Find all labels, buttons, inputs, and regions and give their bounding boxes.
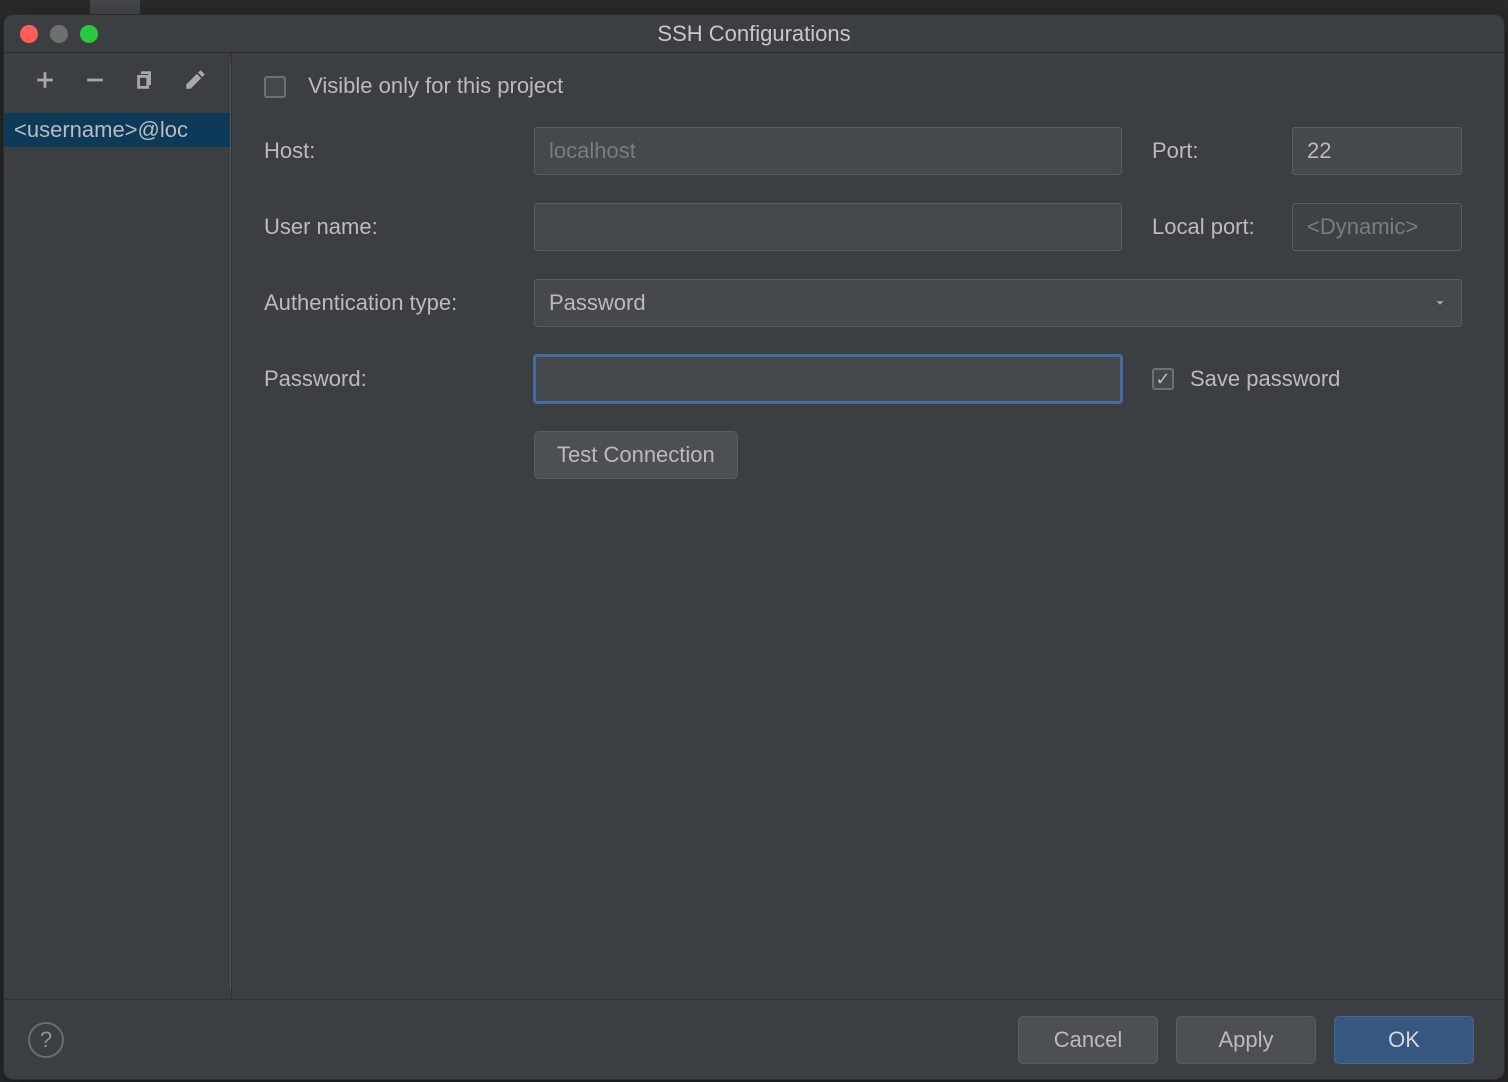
config-list-item-label: <username>@loc bbox=[14, 117, 188, 143]
close-window-button[interactable] bbox=[20, 25, 38, 43]
username-label: User name: bbox=[264, 214, 534, 240]
auth-type-label: Authentication type: bbox=[264, 290, 534, 316]
remove-config-button[interactable] bbox=[82, 70, 108, 96]
username-input[interactable] bbox=[534, 203, 1122, 251]
minus-icon bbox=[84, 69, 106, 97]
ok-button[interactable]: OK bbox=[1334, 1016, 1474, 1064]
save-password-checkbox[interactable] bbox=[1152, 368, 1174, 390]
visible-only-label: Visible only for this project bbox=[308, 73, 563, 98]
dialog-footer: ? Cancel Apply OK bbox=[4, 999, 1504, 1079]
auth-type-value: Password bbox=[549, 290, 646, 316]
port-input[interactable] bbox=[1292, 127, 1462, 175]
chevron-down-icon bbox=[1433, 290, 1447, 316]
titlebar: SSH Configurations bbox=[4, 15, 1504, 53]
local-port-display: <Dynamic> bbox=[1292, 203, 1462, 251]
plus-icon bbox=[34, 69, 56, 97]
edit-config-button[interactable] bbox=[182, 70, 208, 96]
config-form: Visible only for this project Host: Port… bbox=[232, 53, 1504, 999]
ssh-config-dialog: SSH Configurations bbox=[3, 14, 1505, 1080]
apply-button[interactable]: Apply bbox=[1176, 1016, 1316, 1064]
test-connection-button[interactable]: Test Connection bbox=[534, 431, 738, 479]
cancel-button[interactable]: Cancel bbox=[1018, 1016, 1158, 1064]
sidebar-separator bbox=[230, 63, 231, 989]
config-list-panel: <username>@loc bbox=[4, 53, 232, 999]
window-controls bbox=[20, 25, 98, 43]
config-list-item[interactable]: <username>@loc bbox=[4, 113, 231, 147]
visible-only-checkbox[interactable] bbox=[264, 76, 286, 98]
host-input[interactable] bbox=[534, 127, 1122, 175]
auth-type-select[interactable]: Password bbox=[534, 279, 1462, 327]
password-input[interactable] bbox=[534, 355, 1122, 403]
config-list-toolbar bbox=[4, 53, 231, 113]
local-port-label: Local port: bbox=[1152, 214, 1292, 240]
minimize-window-button[interactable] bbox=[50, 25, 68, 43]
save-password-label: Save password bbox=[1190, 366, 1340, 392]
copy-icon bbox=[134, 69, 156, 97]
help-button[interactable]: ? bbox=[28, 1022, 64, 1058]
copy-config-button[interactable] bbox=[132, 70, 158, 96]
visible-only-row: Visible only for this project bbox=[264, 73, 1462, 99]
dialog-title: SSH Configurations bbox=[4, 21, 1504, 47]
add-config-button[interactable] bbox=[32, 70, 58, 96]
zoom-window-button[interactable] bbox=[80, 25, 98, 43]
port-label: Port: bbox=[1152, 138, 1292, 164]
password-label: Password: bbox=[264, 366, 534, 392]
host-label: Host: bbox=[264, 138, 534, 164]
save-password-row: Save password bbox=[1152, 366, 1462, 392]
pencil-icon bbox=[184, 69, 206, 97]
